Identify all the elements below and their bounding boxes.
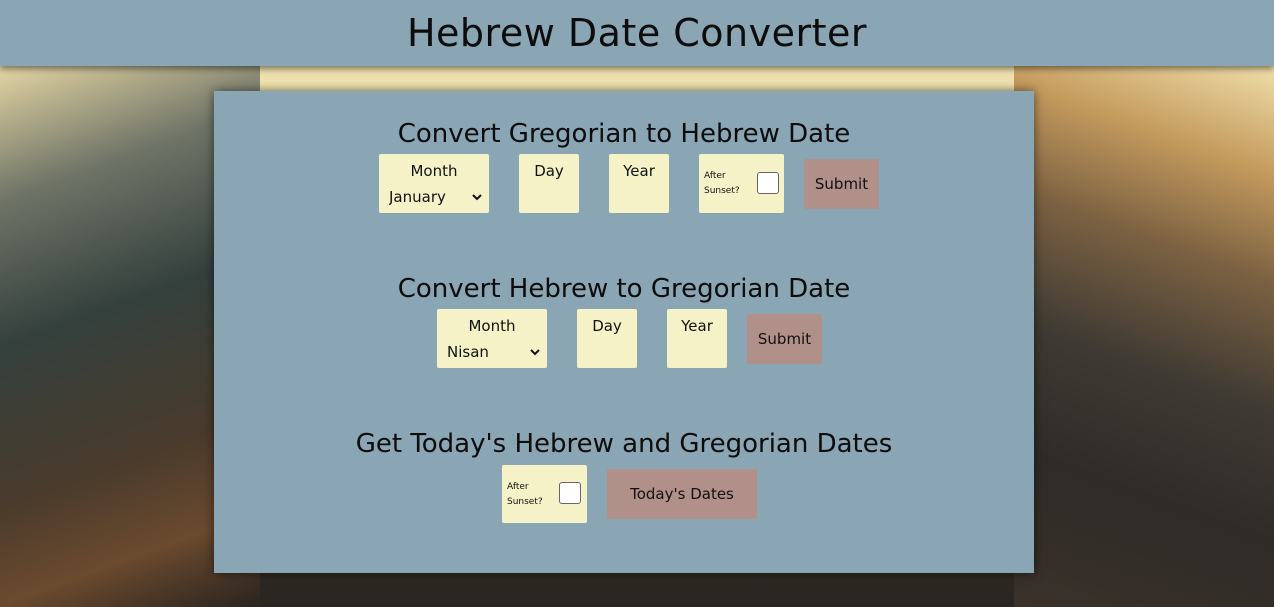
todays-dates-button[interactable]: Today's Dates bbox=[607, 469, 757, 519]
greg-after-sunset-label-line1: After bbox=[704, 171, 726, 181]
heb-day-label: Day bbox=[592, 317, 622, 335]
background-landscape-right bbox=[1014, 60, 1274, 607]
greg-to-heb-heading: Convert Gregorian to Hebrew Date bbox=[397, 119, 851, 149]
today-after-sunset-field: After Sunset? bbox=[502, 465, 587, 523]
greg-to-heb-row: Month January Day Year After Sunset? Sub… bbox=[214, 154, 1034, 214]
heb-month-label: Month bbox=[468, 317, 516, 335]
today-after-sunset-checkbox[interactable] bbox=[559, 482, 581, 504]
greg-after-sunset-checkbox[interactable] bbox=[757, 172, 779, 194]
greg-day-label: Day bbox=[534, 162, 564, 180]
today-section: Get Today's Hebrew and Gregorian Dates bbox=[214, 428, 1034, 460]
today-row: After Sunset? Today's Dates bbox=[214, 465, 1034, 525]
converter-panel: Convert Gregorian to Hebrew Date Month J… bbox=[214, 91, 1034, 573]
heb-year-label: Year bbox=[681, 317, 713, 335]
page-title: Hebrew Date Converter bbox=[406, 11, 868, 55]
heb-to-greg-heading: Convert Hebrew to Gregorian Date bbox=[397, 274, 851, 304]
heb-year-field[interactable]: Year bbox=[667, 309, 727, 368]
greg-month-field[interactable]: Month January bbox=[379, 154, 489, 213]
greg-year-field[interactable]: Year bbox=[609, 154, 669, 213]
today-after-sunset-label: After Sunset? bbox=[507, 480, 547, 510]
heb-submit-button[interactable]: Submit bbox=[747, 314, 822, 364]
header-bar: Hebrew Date Converter bbox=[0, 0, 1274, 66]
today-heading: Get Today's Hebrew and Gregorian Dates bbox=[355, 429, 893, 459]
heb-to-greg-row: Month Nisan Day Year Submit bbox=[214, 309, 1034, 369]
greg-after-sunset-field: After Sunset? bbox=[699, 154, 784, 213]
greg-month-select[interactable]: January bbox=[385, 187, 485, 207]
greg-year-label: Year bbox=[623, 162, 655, 180]
heb-month-select[interactable]: Nisan bbox=[443, 342, 543, 362]
greg-day-field[interactable]: Day bbox=[519, 154, 579, 213]
greg-to-heb-section: Convert Gregorian to Hebrew Date bbox=[214, 118, 1034, 150]
heb-month-field[interactable]: Month Nisan bbox=[437, 309, 547, 368]
today-after-sunset-label-line2: Sunset? bbox=[507, 497, 543, 507]
heb-to-greg-section: Convert Hebrew to Gregorian Date bbox=[214, 273, 1034, 305]
today-after-sunset-label-line1: After bbox=[507, 482, 529, 492]
heb-day-field[interactable]: Day bbox=[577, 309, 637, 368]
greg-month-label: Month bbox=[410, 162, 458, 180]
greg-after-sunset-label-line2: Sunset? bbox=[704, 186, 740, 196]
greg-after-sunset-label: After Sunset? bbox=[704, 169, 744, 199]
greg-submit-button[interactable]: Submit bbox=[804, 159, 879, 209]
